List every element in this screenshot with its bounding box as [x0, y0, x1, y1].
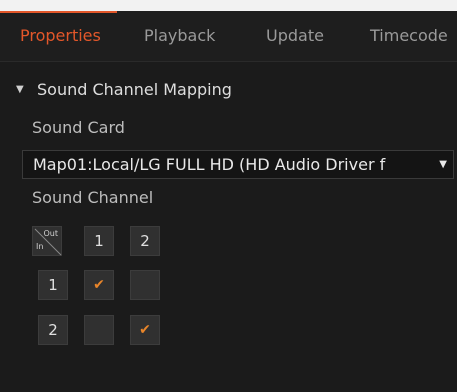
checkmark-icon: ✔ [93, 277, 105, 293]
title-strip [0, 0, 457, 11]
matrix-corner-header: Out In [32, 226, 62, 256]
in-channel-header-2: 2 [38, 315, 68, 345]
corner-in-label: In [36, 242, 44, 251]
sound-channel-mapping-header[interactable]: ▼ Sound Channel Mapping [0, 76, 457, 102]
collapse-caret-icon[interactable]: ▼ [16, 84, 24, 95]
checkmark-icon: ✔ [139, 322, 151, 338]
tab-bar: Properties Playback Update Timecode [0, 11, 457, 62]
corner-out-label: Out [43, 229, 58, 238]
section-title: Sound Channel Mapping [37, 79, 232, 99]
mapping-cell-2-2[interactable]: ✔ [130, 315, 160, 345]
out-channel-header-1: 1 [84, 226, 114, 256]
mapping-cell-1-2[interactable] [130, 270, 160, 300]
tab-timecode[interactable]: Timecode [370, 24, 448, 60]
mapping-cell-1-1[interactable]: ✔ [84, 270, 114, 300]
tab-update[interactable]: Update [266, 24, 324, 60]
sound-card-value: Map01:Local/LG FULL HD (HD Audio Driver … [33, 155, 386, 174]
tab-properties[interactable]: Properties [0, 11, 117, 60]
mapping-cell-2-1[interactable] [84, 315, 114, 345]
chevron-down-icon: ▼ [439, 159, 447, 170]
sound-card-label: Sound Card [32, 118, 125, 137]
out-channel-header-2: 2 [130, 226, 160, 256]
in-channel-header-1: 1 [38, 270, 68, 300]
sound-channel-label: Sound Channel [32, 188, 154, 207]
sound-card-select[interactable]: Map01:Local/LG FULL HD (HD Audio Driver … [22, 150, 454, 179]
tab-playback[interactable]: Playback [144, 24, 215, 60]
